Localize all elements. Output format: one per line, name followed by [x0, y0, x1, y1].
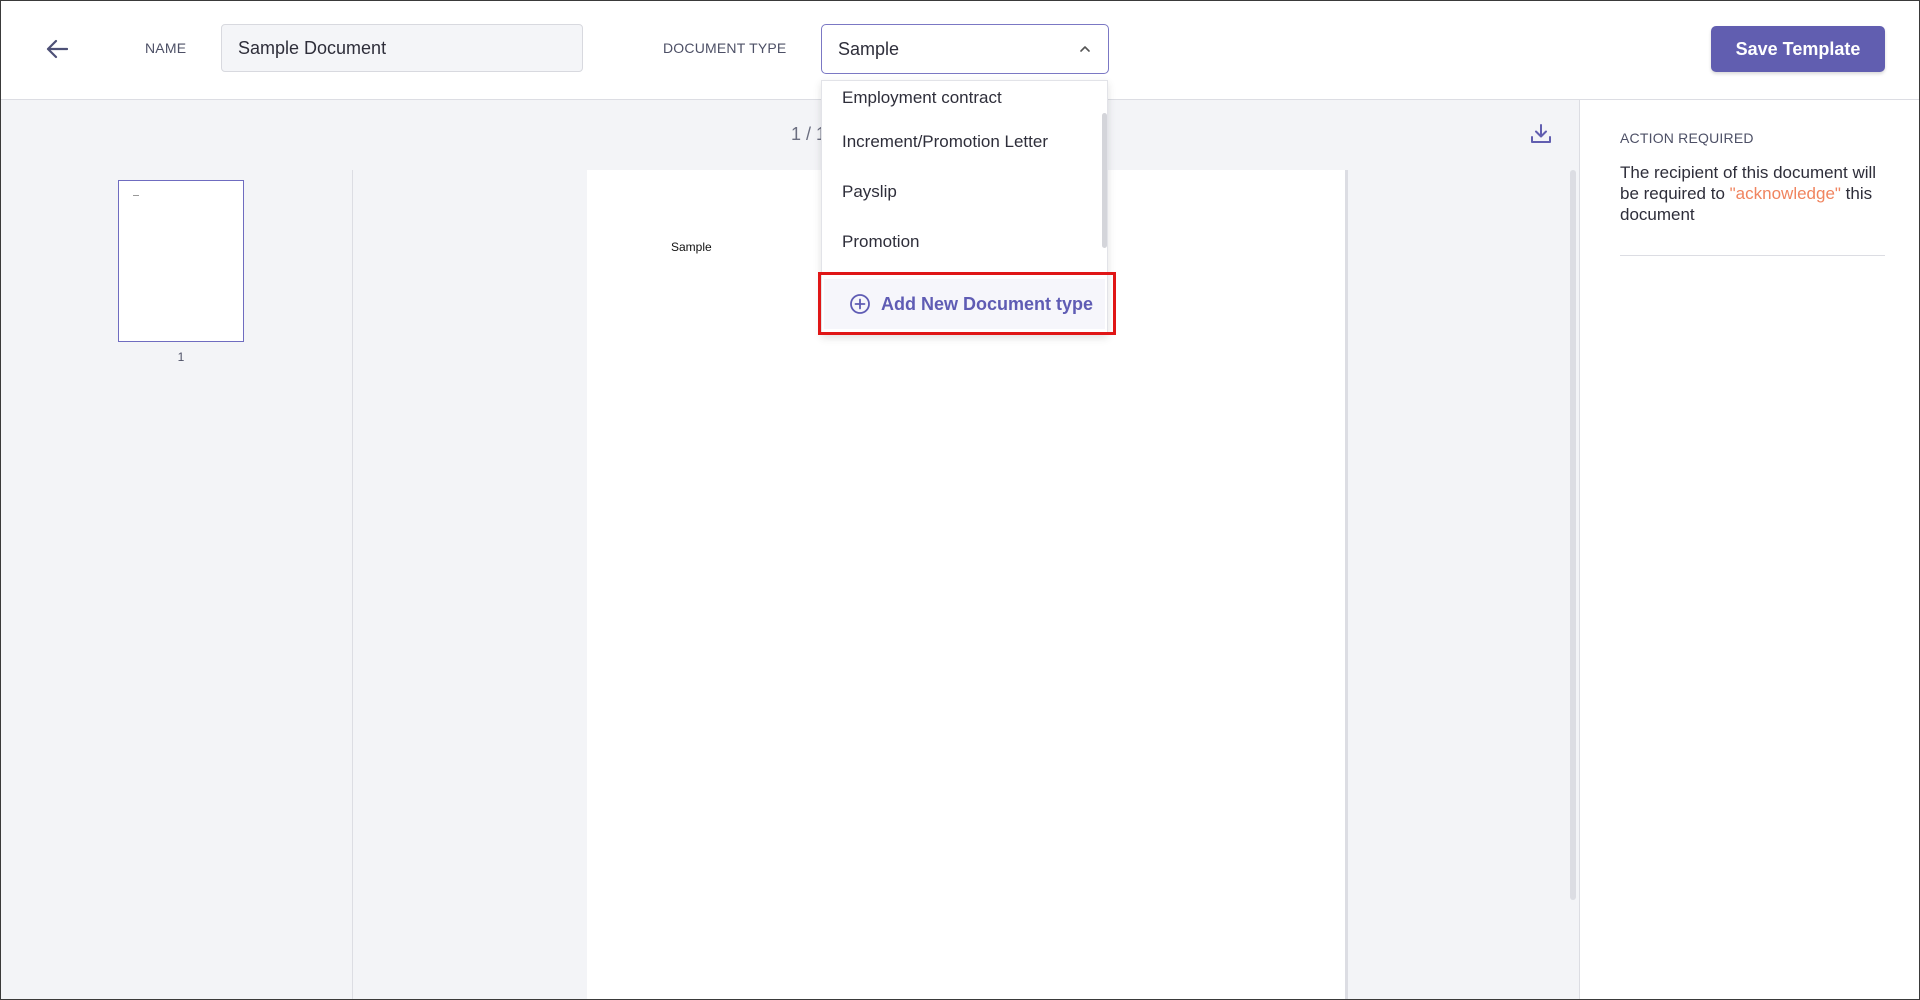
dropdown-option-employment-contract[interactable]: Employment contract: [822, 81, 1102, 117]
dropdown-options-list[interactable]: Employment contract Increment/Promotion …: [822, 81, 1102, 271]
dropdown-option-payslip[interactable]: Payslip: [822, 167, 1102, 217]
viewer-scrollbar[interactable]: [1570, 170, 1576, 900]
document-text: Sample: [671, 240, 712, 254]
arrow-left-icon: [46, 39, 68, 59]
add-new-document-type-label: Add New Document type: [881, 293, 1094, 314]
name-input[interactable]: [221, 24, 583, 72]
name-label: NAME: [145, 40, 187, 56]
acknowledge-highlight: "acknowledge": [1729, 184, 1841, 203]
panel-divider: [1620, 255, 1885, 256]
chevron-up-icon: [1080, 46, 1090, 52]
save-template-button[interactable]: Save Template: [1711, 26, 1885, 72]
document-type-value: Sample: [838, 38, 900, 59]
thumbnail-page-number: 1: [177, 350, 185, 364]
document-type-dropdown: Employment contract Increment/Promotion …: [821, 80, 1108, 335]
page-thumbnail[interactable]: [118, 180, 244, 342]
document-type-select[interactable]: Sample: [821, 24, 1109, 74]
document-type-label: DOCUMENT TYPE: [663, 40, 787, 56]
dropdown-option-promotion[interactable]: Promotion: [822, 217, 1102, 267]
download-icon: [1531, 124, 1551, 143]
plus-circle-icon: [850, 294, 870, 314]
download-button[interactable]: [1525, 118, 1557, 150]
dropdown-scrollbar[interactable]: [1102, 113, 1107, 248]
document-toolbar: 1 / 1: [1, 100, 1579, 171]
action-required-title: ACTION REQUIRED: [1620, 130, 1754, 146]
thumbnail-text-mark: [133, 195, 139, 196]
thumbnail-sidebar: 1: [1, 170, 353, 999]
add-new-document-type-button[interactable]: Add New Document type: [824, 279, 1105, 329]
action-required-text: The recipient of this document will be r…: [1620, 162, 1890, 225]
action-panel: ACTION REQUIRED The recipient of this do…: [1579, 100, 1919, 999]
app-window: NAME DOCUMENT TYPE Sample Save Template …: [0, 0, 1920, 1000]
dropdown-option-increment-promotion-letter[interactable]: Increment/Promotion Letter: [822, 117, 1102, 167]
back-button[interactable]: [39, 31, 75, 67]
